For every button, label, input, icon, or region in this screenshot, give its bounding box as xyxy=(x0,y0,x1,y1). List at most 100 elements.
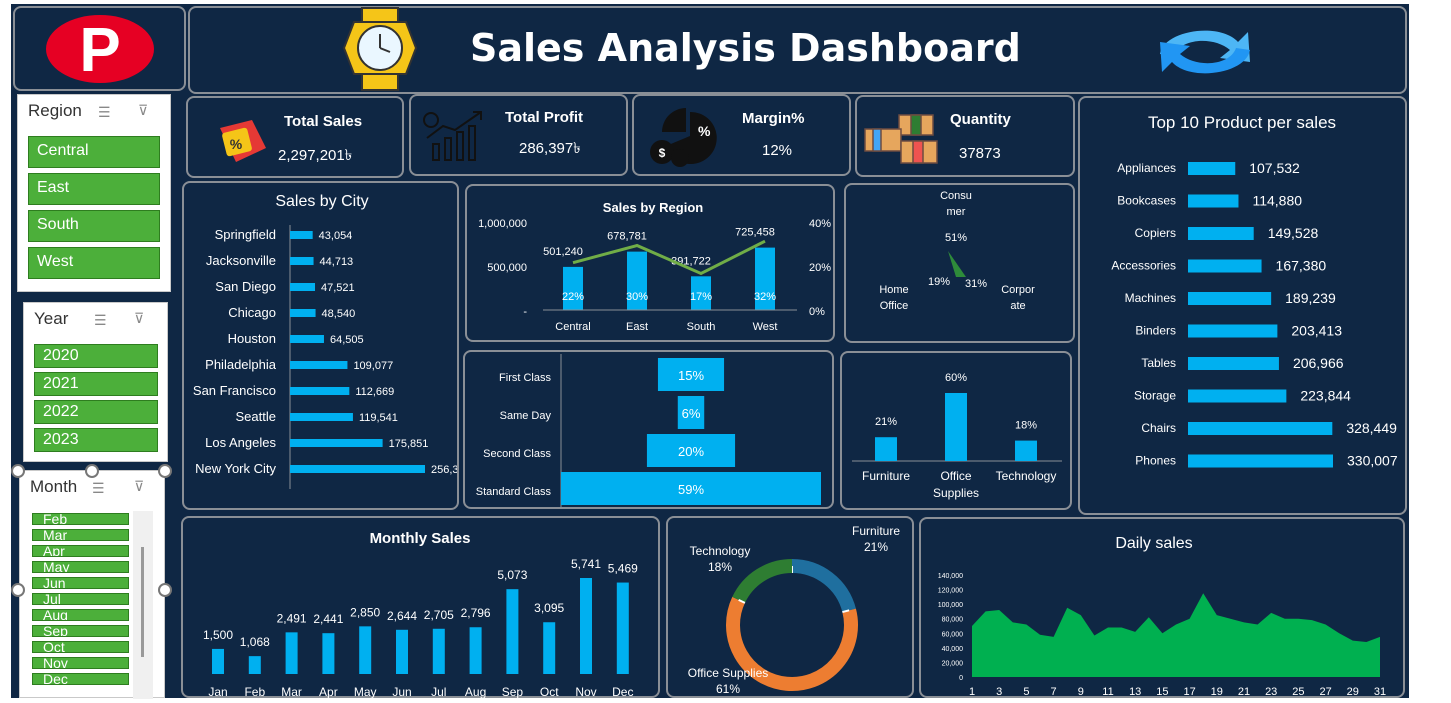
selection-handle[interactable] xyxy=(11,583,25,597)
data-label: 725,458 xyxy=(735,227,775,239)
category-donut-panel: Furniture 21% Office Supplies 61% Technology… xyxy=(666,516,914,698)
data-label: 3,095 xyxy=(534,601,564,615)
kpi-total-profit-value: 286,397৳ xyxy=(519,140,581,157)
bar xyxy=(290,361,348,369)
multi-select-icon[interactable]: ☰ xyxy=(98,104,111,121)
sales-by-region-panel: Sales by Region 1,000,000 500,000 - 40% 20% 0%… xyxy=(465,184,835,342)
selection-handle[interactable] xyxy=(158,583,172,597)
data-label: 64,505 xyxy=(330,334,364,346)
selection-handle[interactable] xyxy=(11,464,25,478)
data-label: 114,880 xyxy=(1252,193,1302,209)
data-label: 119,541 xyxy=(359,412,398,424)
segment-chart: Consu mer Corpor ate Home Office 51% 31% 19% xyxy=(879,190,1035,312)
x-tick-label: 17 xyxy=(1183,686,1195,698)
multi-select-icon[interactable]: ☰ xyxy=(92,480,105,497)
month-item-sep[interactable]: Sep xyxy=(32,625,129,637)
region-slicer: Region ☰ ⊽ Central East South West xyxy=(17,94,171,292)
bar xyxy=(1188,389,1287,403)
kpi-margin-value: 12% xyxy=(762,142,793,159)
kpi-quantity-value: 37873 xyxy=(959,145,1001,162)
data-label: 5,073 xyxy=(497,568,527,582)
category-label: Copiers xyxy=(1135,226,1176,240)
category-label: Jacksonville xyxy=(206,253,276,268)
month-item-nov[interactable]: Nov xyxy=(32,657,129,669)
category-label: Phones xyxy=(1135,454,1176,468)
category-label: Chairs xyxy=(1141,421,1176,435)
category-label: Houston xyxy=(228,331,276,346)
year-slicer-title: Year xyxy=(34,309,69,328)
month-item-jul[interactable]: Jul xyxy=(32,593,129,605)
y-tick-label: - xyxy=(523,306,527,318)
x-tick-label: West xyxy=(753,321,778,333)
data-label: 21% xyxy=(875,416,897,428)
data-label: 501,240 xyxy=(543,246,583,258)
x-tick-label: Office xyxy=(940,469,971,483)
month-item-oct[interactable]: Oct xyxy=(32,641,129,653)
watch-icon xyxy=(342,7,418,91)
data-label: 19% xyxy=(928,276,950,288)
month-item-may[interactable]: May xyxy=(32,561,129,573)
x-tick-label: 11 xyxy=(1102,686,1113,698)
x-tick-label: Dec xyxy=(612,685,633,698)
refresh-icon[interactable] xyxy=(1150,22,1260,82)
category-label: Corpor xyxy=(1001,284,1035,296)
bar xyxy=(1188,162,1236,175)
data-label: 2,491 xyxy=(277,611,307,625)
top10-panel: Top 10 Product per sales Appliances 107,53… xyxy=(1078,96,1407,515)
bar xyxy=(1188,422,1333,435)
kpi-card-margin: % $ Margin% 12% xyxy=(632,94,851,176)
x-tick-label: 13 xyxy=(1129,686,1141,698)
clear-filter-icon[interactable]: ⊽ xyxy=(134,478,144,495)
chart-title: Sales by City xyxy=(275,193,368,210)
x-tick-label: Technology xyxy=(996,469,1057,483)
year-item-2023[interactable]: 2023 xyxy=(34,428,158,452)
clear-filter-icon[interactable]: ⊽ xyxy=(134,310,144,327)
data-label: 391,722 xyxy=(671,255,711,267)
category-label: Philadelphia xyxy=(205,357,277,372)
month-scrollbar[interactable] xyxy=(133,511,153,699)
data-label: 43,054 xyxy=(319,230,353,242)
month-item-aug[interactable]: Aug xyxy=(32,609,129,621)
y-tick-label: 40,000 xyxy=(942,646,964,653)
svg-text:$: $ xyxy=(659,146,666,160)
category-panel: 21% Furniture 60% Office Supplies 18% Technolo… xyxy=(840,351,1072,510)
category-label: Storage xyxy=(1134,389,1176,403)
clear-filter-icon[interactable]: ⊽ xyxy=(138,102,148,119)
category-label: Accessories xyxy=(1111,259,1176,273)
kpi-card-total-profit: Total Profit 286,397৳ xyxy=(409,94,628,176)
month-item-mar[interactable]: Mar xyxy=(32,529,129,541)
category-label: Standard Class xyxy=(476,486,552,498)
discount-tag-icon: % xyxy=(220,120,266,162)
selection-handle[interactable] xyxy=(158,464,172,478)
data-label: 48,540 xyxy=(322,308,356,320)
month-scrollbar-thumb[interactable] xyxy=(141,547,144,657)
region-slicer-title: Region xyxy=(28,101,82,120)
bar xyxy=(359,626,372,674)
growth-chart-icon xyxy=(423,111,482,161)
data-label: 15% xyxy=(678,368,704,383)
region-item-east[interactable]: East xyxy=(28,173,160,205)
data-label: 1,068 xyxy=(240,635,270,649)
x-tick-label: 9 xyxy=(1078,686,1084,698)
x-tick-label: Feb xyxy=(244,685,265,698)
y-tick-label: 140,000 xyxy=(938,573,963,580)
region-item-central[interactable]: Central xyxy=(28,136,160,168)
year-item-2020[interactable]: 2020 xyxy=(34,344,158,368)
year-item-2022[interactable]: 2022 xyxy=(34,400,158,424)
region-item-south[interactable]: South xyxy=(28,210,160,242)
multi-select-icon[interactable]: ☰ xyxy=(94,312,107,329)
selection-handle[interactable] xyxy=(85,464,99,478)
month-item-apr[interactable]: Apr xyxy=(32,545,129,557)
month-item-dec[interactable]: Dec xyxy=(32,673,129,685)
chart-title: Monthly Sales xyxy=(370,530,471,547)
year-item-2021[interactable]: 2021 xyxy=(34,372,158,396)
x-tick-label: Central xyxy=(555,321,590,333)
y-tick-label: 0 xyxy=(959,675,963,682)
bar xyxy=(543,622,556,674)
month-item-jun[interactable]: Jun xyxy=(32,577,129,589)
bar xyxy=(1188,194,1239,208)
bar xyxy=(322,633,335,674)
bar xyxy=(616,582,629,674)
region-item-west[interactable]: West xyxy=(28,247,160,279)
month-item-feb[interactable]: Feb xyxy=(32,513,129,525)
